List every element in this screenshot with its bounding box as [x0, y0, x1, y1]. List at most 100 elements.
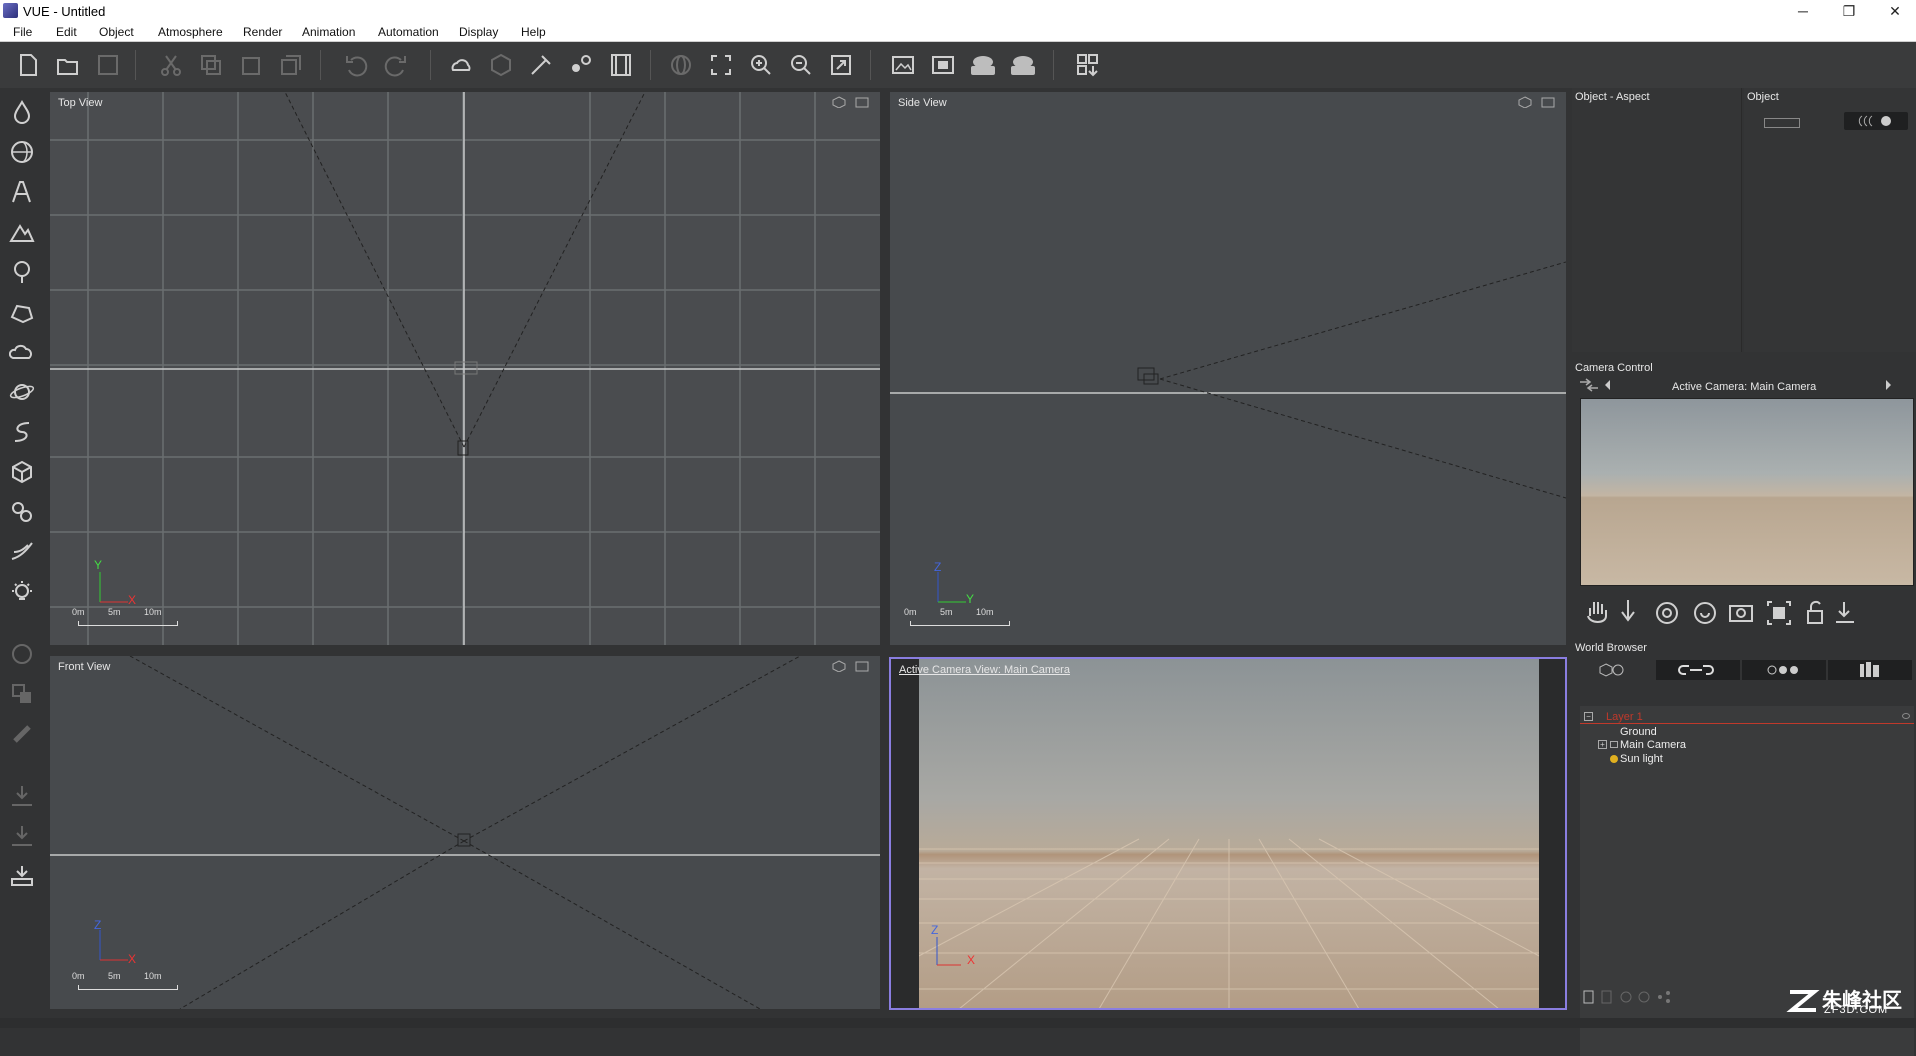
- zoom-out-icon[interactable]: [785, 50, 817, 80]
- weather-icon[interactable]: [445, 50, 477, 80]
- terrain-editor-icon[interactable]: [525, 50, 557, 80]
- animation-film-icon[interactable]: [605, 50, 637, 80]
- side-view-viewport[interactable]: Side View Z Y 0m 5m 10m: [890, 92, 1566, 645]
- axis-gizmo: [99, 930, 128, 961]
- cloud-icon[interactable]: [6, 336, 38, 368]
- menu-edit[interactable]: Edit: [56, 25, 77, 39]
- layer-name[interactable]: Layer 1: [1606, 711, 1643, 723]
- viewport-title: Front View: [58, 661, 111, 673]
- duplicate-icon[interactable]: [275, 50, 307, 80]
- smart-drop-icon[interactable]: [6, 820, 38, 852]
- scale-bar: 0m 5m 10m: [68, 607, 178, 629]
- layout-icon[interactable]: [1072, 50, 1104, 80]
- library-tab[interactable]: [1828, 660, 1912, 680]
- close-button[interactable]: ✕: [1872, 0, 1916, 22]
- axis-x-label: X: [128, 593, 137, 607]
- copy-icon[interactable]: [195, 50, 227, 80]
- top-view-viewport[interactable]: Top View Y X 0m 5m 10m: [50, 92, 880, 645]
- ruler-icon[interactable]: [1764, 118, 1800, 128]
- viewport-title[interactable]: Active Camera View: Main Camera: [899, 664, 1070, 676]
- open-folder-icon[interactable]: [52, 50, 84, 80]
- object-panel: Object: [1744, 88, 1916, 352]
- render-icon[interactable]: [1007, 50, 1039, 80]
- cube-icon[interactable]: [6, 456, 38, 488]
- ground-grid: [919, 838, 1539, 1008]
- menu-automation[interactable]: Automation: [378, 25, 439, 39]
- paste-icon[interactable]: [235, 50, 267, 80]
- camera-view-viewport[interactable]: Active Camera View: Main Camera Z X: [889, 657, 1567, 1010]
- material-editor-icon[interactable]: [485, 50, 517, 80]
- ecosystem-icon[interactable]: [565, 50, 597, 80]
- expand-toggle[interactable]: +: [1598, 740, 1607, 749]
- maximize-viewport-icon[interactable]: [855, 96, 869, 108]
- path-icon[interactable]: [6, 416, 38, 448]
- drop-camera-icon[interactable]: [6, 860, 38, 892]
- plant-icon[interactable]: [6, 536, 38, 568]
- menu-file[interactable]: File: [13, 25, 32, 39]
- undo-icon[interactable]: [340, 50, 372, 80]
- redo-icon[interactable]: [380, 50, 412, 80]
- view-cube-icon[interactable]: [832, 660, 846, 673]
- tree-item-main-camera[interactable]: Main Camera: [1620, 739, 1686, 751]
- menu-atmosphere[interactable]: Atmosphere: [158, 25, 223, 39]
- scale-tick: 5m: [940, 607, 953, 617]
- tree-item-ground[interactable]: Ground: [1620, 726, 1657, 738]
- browser-footer-tools[interactable]: [1582, 990, 1692, 1004]
- axis-y-label: Y: [94, 558, 103, 572]
- link-objects-icon[interactable]: [6, 718, 38, 750]
- materials-tab[interactable]: [1742, 660, 1826, 680]
- menu-animation[interactable]: Animation: [302, 25, 355, 39]
- prev-camera-icon[interactable]: [1602, 378, 1612, 392]
- render-area-icon[interactable]: [927, 50, 959, 80]
- camera-nav-tools: [1580, 596, 1914, 630]
- maximize-view-icon[interactable]: [825, 50, 857, 80]
- objects-tab[interactable]: [1582, 660, 1642, 680]
- planet-icon[interactable]: [6, 376, 38, 408]
- zoom-in-icon[interactable]: [745, 50, 777, 80]
- render-preview-icon[interactable]: [887, 50, 919, 80]
- terrain-icon[interactable]: [6, 216, 38, 248]
- front-view-viewport[interactable]: Front View Z X 0m 5m 10m: [50, 656, 880, 1009]
- minimize-button[interactable]: ─: [1780, 0, 1826, 22]
- view-cube-icon[interactable]: [1518, 96, 1532, 109]
- menu-render[interactable]: Render: [243, 25, 282, 39]
- boolean-icon[interactable]: [6, 638, 38, 670]
- sphere-icon[interactable]: [6, 136, 38, 168]
- menu-object[interactable]: Object: [99, 25, 134, 39]
- maximize-viewport-icon[interactable]: [855, 660, 869, 672]
- rock-icon[interactable]: [6, 296, 38, 328]
- maximize-button[interactable]: ❐: [1826, 0, 1872, 22]
- toolbar-divider: [430, 50, 431, 80]
- layer-row[interactable]: − Layer 1: [1580, 710, 1914, 724]
- menu-display[interactable]: Display: [459, 25, 498, 39]
- menu-help[interactable]: Help: [521, 25, 546, 39]
- save-icon[interactable]: [92, 50, 124, 80]
- tree-item-sun-light[interactable]: Sun light: [1620, 753, 1663, 765]
- watermark: 朱峰社区 ZF3D.COM: [1786, 984, 1916, 1016]
- text-icon[interactable]: [6, 176, 38, 208]
- view-cube-icon[interactable]: [832, 96, 846, 109]
- axis-z-label: Z: [94, 918, 102, 932]
- fit-view-icon[interactable]: [705, 50, 737, 80]
- object-toggle[interactable]: [1844, 112, 1908, 130]
- light-bulb-icon[interactable]: [6, 576, 38, 608]
- metablobs-icon[interactable]: [6, 496, 38, 528]
- globe-icon[interactable]: [665, 50, 697, 80]
- window-title: VUE - Untitled: [23, 4, 106, 19]
- group-icon[interactable]: [6, 678, 38, 710]
- drop-object-icon[interactable]: [6, 780, 38, 812]
- left-toolbar: [0, 88, 44, 1018]
- links-tab[interactable]: [1656, 660, 1740, 680]
- eye-icon[interactable]: [1902, 713, 1910, 719]
- right-panel: Object - Aspect Object Camera Control Ac…: [1572, 88, 1916, 1056]
- npr-render-icon[interactable]: [967, 50, 999, 80]
- water-drop-icon[interactable]: [6, 96, 38, 128]
- swap-arrows-icon[interactable]: [1578, 378, 1600, 392]
- active-camera-label: Active Camera: Main Camera: [1672, 381, 1817, 393]
- maximize-viewport-icon[interactable]: [1541, 96, 1555, 108]
- object-panel-title: Object: [1747, 91, 1779, 103]
- tree-icon[interactable]: [6, 256, 38, 288]
- cut-icon[interactable]: [155, 50, 187, 80]
- next-camera-icon[interactable]: [1884, 378, 1894, 392]
- new-file-icon[interactable]: [12, 50, 44, 80]
